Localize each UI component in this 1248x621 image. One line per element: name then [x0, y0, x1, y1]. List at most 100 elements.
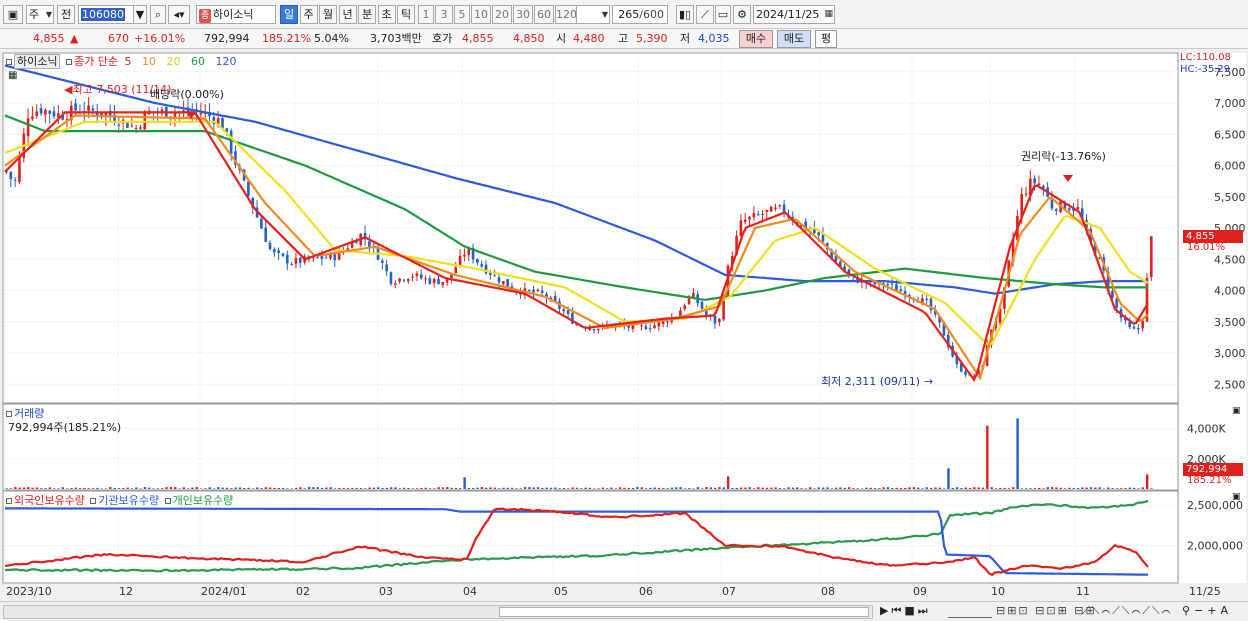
volume-bar: [778, 488, 782, 489]
stock-name-field[interactable]: 종 하이소닉: [196, 5, 276, 24]
stock-code-input[interactable]: 106080: [78, 5, 134, 24]
institution-toggle-icon[interactable]: [90, 498, 97, 504]
holdings-close-icon[interactable]: ▣: [1232, 492, 1241, 502]
volume-bar: [649, 487, 652, 489]
volume-bar: [705, 487, 708, 489]
grid-icon[interactable]: ▦: [8, 70, 17, 81]
ask-price: 4,855: [462, 32, 494, 45]
scroll-track[interactable]: [3, 605, 873, 619]
gear-icon[interactable]: ⚙: [733, 5, 751, 24]
period-dropdown[interactable]: 주 ▼: [26, 5, 54, 24]
volume-bar: [450, 487, 453, 489]
buy-button[interactable]: 매수: [739, 30, 773, 48]
period-tab-3[interactable]: 년: [338, 5, 357, 24]
current-pct-tag: 16.01%: [1187, 242, 1226, 253]
volume-bar: [1107, 487, 1110, 489]
prefix-button[interactable]: 전: [57, 5, 75, 24]
candle-body: [126, 122, 129, 128]
volume-bar: [1063, 488, 1067, 489]
sell-button[interactable]: 매도: [777, 30, 811, 48]
candle-body: [74, 103, 77, 111]
candle-body: [324, 257, 328, 259]
period-tab-5[interactable]: 초: [377, 5, 396, 24]
volume-bar: [618, 487, 622, 489]
period-tab-0[interactable]: 일: [280, 5, 298, 24]
volume-bar: [230, 488, 233, 489]
interval-tab-5[interactable]: 5: [454, 5, 470, 24]
period-tab-6[interactable]: 틱: [397, 5, 415, 24]
volume-bar: [536, 487, 540, 489]
volume-bar: [497, 488, 501, 489]
x-tick-label: 09: [913, 585, 927, 598]
volume-bar: [614, 488, 618, 489]
rewind-icon[interactable]: ⏮: [891, 604, 904, 617]
volume-bar: [122, 488, 125, 489]
drawing-tool-icons[interactable]: ⟋⟍⌒⟋⟍⌒⟋⟍⌒: [1082, 604, 1172, 618]
individual-toggle-icon[interactable]: [164, 498, 171, 504]
draw-tool-icon[interactable]: ⟋: [696, 5, 714, 24]
interval-tab-1[interactable]: 1: [418, 5, 434, 24]
interval-tab-20[interactable]: 20: [492, 5, 512, 24]
volume-bar: [636, 487, 639, 489]
candle-body: [532, 289, 535, 293]
search-icon[interactable]: ⌕: [150, 5, 166, 24]
volume-bar: [752, 488, 756, 489]
candle-body: [700, 301, 704, 310]
open-price: 4,480: [573, 32, 605, 45]
period-tab-2[interactable]: 월: [319, 5, 337, 24]
window-menu-icon[interactable]: ▣: [3, 5, 23, 24]
volume-bar: [217, 487, 220, 489]
volume-bar: [269, 487, 272, 489]
volume-toggle-icon[interactable]: [6, 411, 12, 417]
count-field[interactable]: 265/600: [612, 5, 668, 24]
toggle-icon[interactable]: ▭: [715, 5, 731, 24]
period-tab-1[interactable]: 주: [299, 5, 318, 24]
interval-tab-3[interactable]: 3: [435, 5, 453, 24]
volume-bar: [424, 487, 427, 489]
holdings-toggle-icon[interactable]: [6, 498, 12, 504]
date-input[interactable]: 2024/11/25 ▦: [753, 5, 835, 24]
volume-bar: [528, 487, 531, 489]
play-icon[interactable]: ▶: [880, 604, 891, 617]
zoom-controls[interactable]: ⚲−+A: [1182, 604, 1232, 617]
interval-tab-10[interactable]: 10: [471, 5, 491, 24]
font-size-icon[interactable]: A: [1221, 604, 1233, 617]
candle-body: [9, 171, 13, 180]
volume-bar: [502, 487, 505, 489]
ma-toggle-icon[interactable]: [65, 59, 72, 65]
volume-bar: [78, 488, 82, 489]
volume-close-icon[interactable]: ▣: [1232, 406, 1241, 416]
candle-body: [273, 249, 276, 253]
volume-tick-label: 4,000K: [1187, 423, 1226, 436]
scroll-thumb[interactable]: [499, 607, 869, 617]
blank-dropdown[interactable]: ▼: [574, 5, 610, 24]
zoom-search-icon[interactable]: ⚲: [1182, 604, 1194, 617]
zoom-slider[interactable]: [948, 606, 992, 618]
interval-tab-60[interactable]: 60: [534, 5, 554, 24]
x-tick-label: 02: [296, 585, 310, 598]
volume-bar: [709, 487, 713, 489]
code-dropdown-icon[interactable]: ▼: [133, 5, 147, 24]
chart-window: ▣ 주 ▼ 전 106080 ▼ ⌕ ◂▾ 종 하이소닉 ▼ 265/600 ▮▯ …: [0, 0, 1248, 621]
volume-bar: [1111, 488, 1114, 489]
volume-bar: [761, 487, 764, 489]
volume-bar: [407, 487, 410, 489]
candle-type-icon[interactable]: ▮▯: [676, 5, 694, 24]
eval-button[interactable]: 평: [815, 30, 837, 48]
forward-icon[interactable]: ⏭: [918, 604, 931, 617]
candle-body: [566, 310, 570, 314]
interval-tab-120[interactable]: 120: [555, 5, 577, 24]
speaker-icon[interactable]: ◂▾: [168, 5, 190, 24]
period-tab-4[interactable]: 분: [358, 5, 376, 24]
chart-canvas[interactable]: 7,5007,0006,5006,0005,5005,0004,5004,000…: [0, 50, 1248, 601]
playback-controls[interactable]: ▶⏮■⏭: [880, 604, 931, 618]
low-label: 저: [680, 32, 691, 45]
panel-toggle-icon[interactable]: [6, 59, 12, 65]
zoom-out-icon[interactable]: −: [1194, 604, 1207, 617]
interval-tab-30[interactable]: 30: [513, 5, 533, 24]
stop-icon[interactable]: ■: [904, 604, 917, 617]
volume-bar: [264, 487, 268, 489]
bottom-scrollbar[interactable]: ▶⏮■⏭ ⊟⊞⊡ ⊟⊡⊞ ⊟⊞ ⟋⟍⌒⟋⟍⌒⟋⟍⌒ ⚲−+A: [0, 601, 1248, 621]
volume-bar: [420, 487, 423, 489]
zoom-in-icon[interactable]: +: [1207, 604, 1220, 617]
